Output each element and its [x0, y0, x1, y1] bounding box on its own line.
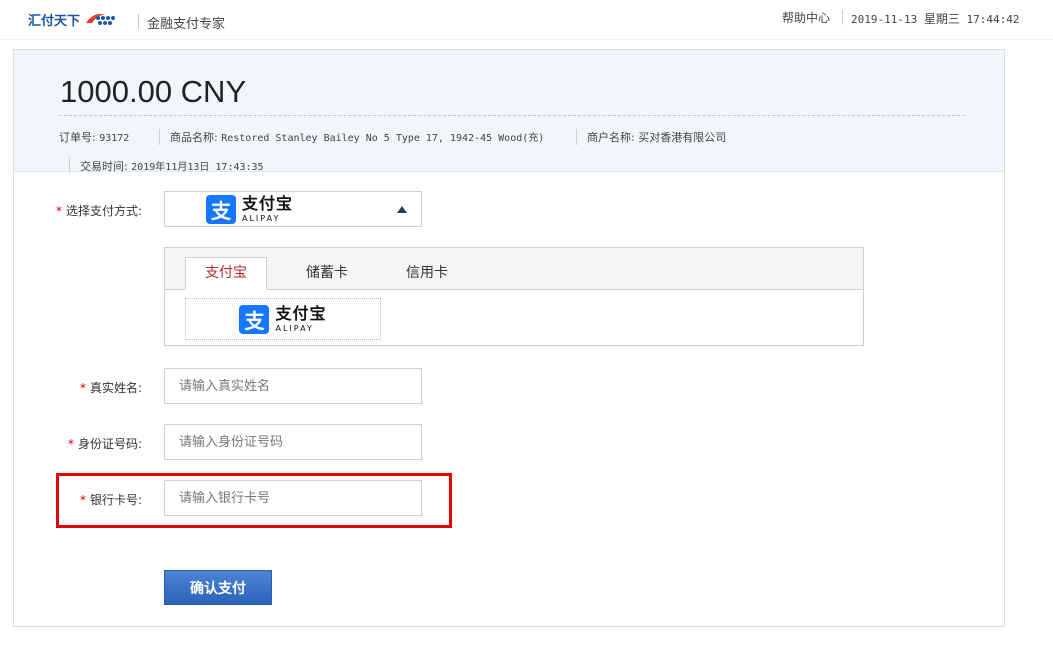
- product-name-value: Restored Stanley Bailey No 5 Type 17, 19…: [221, 133, 545, 144]
- help-center-link[interactable]: 帮助中心: [782, 9, 830, 26]
- real-name-label: * 真实姓名:: [79, 381, 142, 395]
- real-name-input[interactable]: [164, 368, 422, 404]
- order-number-value: 93172: [99, 133, 130, 144]
- slogan: 金融支付专家: [147, 17, 226, 32]
- logo-mark-icon: [86, 14, 116, 25]
- payment-method-select[interactable]: 支 支付宝 ALIPAY: [164, 191, 422, 227]
- bank-card-label: * 银行卡号:: [79, 493, 142, 507]
- order-summary: 1000.00 CNY 订单号: 93172 商品名称: Restored St…: [14, 50, 1004, 174]
- merchant-name-label: 商户名称:: [587, 131, 635, 144]
- meta-divider: [69, 157, 70, 173]
- merchant-name-value: 买对香港有限公司: [638, 131, 727, 144]
- current-datetime: 2019-11-13 星期三 17:44:42: [851, 10, 1019, 27]
- required-mark: *: [67, 437, 74, 451]
- transaction-time: 交易时间: 2019年11月13日 17:43:35: [80, 158, 264, 174]
- alipay-en-text: ALIPAY: [242, 214, 281, 223]
- order-amount: 1000.00 CNY: [60, 74, 247, 109]
- transaction-time-label: 交易时间:: [80, 160, 128, 173]
- alipay-cn-text: 支付宝: [275, 303, 327, 323]
- current-date: 2019-11-13: [851, 13, 918, 26]
- top-header: 汇付天下 金融支付专家 帮助中心 2019-11-13 星期三 17:44:42: [0, 0, 1053, 40]
- required-mark: *: [55, 204, 62, 218]
- current-time: 17:44:42: [966, 13, 1020, 26]
- order-number: 订单号: 93172: [59, 129, 129, 145]
- payment-tabs-bar: 支付宝 储蓄卡 信用卡: [165, 248, 863, 290]
- product-name-label: 商品名称:: [170, 131, 218, 144]
- id-number-input[interactable]: [164, 424, 422, 460]
- current-weekday: 星期三: [923, 12, 960, 26]
- tab-credit-card[interactable]: 信用卡: [387, 258, 467, 289]
- alipay-logo: 支 支付宝 ALIPAY: [206, 195, 293, 224]
- payment-container: 1000.00 CNY 订单号: 93172 商品名称: Restored St…: [13, 49, 1005, 627]
- required-mark: *: [79, 493, 86, 507]
- payment-tabs-panel: 支付宝 储蓄卡 信用卡 支 支付宝 ALIPAY: [164, 247, 864, 346]
- alipay-logo: 支 支付宝 ALIPAY: [239, 303, 327, 334]
- summary-divider: [59, 115, 965, 116]
- alipay-en-text: ALIPAY: [275, 323, 314, 333]
- logo[interactable]: 汇付天下: [28, 7, 118, 31]
- tab-debit-card[interactable]: 储蓄卡: [287, 258, 367, 289]
- confirm-payment-button[interactable]: 确认支付: [164, 570, 272, 605]
- required-mark: *: [79, 381, 86, 395]
- caret-up-icon[interactable]: [397, 206, 407, 213]
- header-divider: [842, 10, 843, 25]
- payment-method-label: * 选择支付方式:: [55, 204, 142, 218]
- alipay-cn-text: 支付宝: [242, 194, 294, 213]
- header-divider: [138, 14, 139, 29]
- meta-divider: [159, 129, 160, 145]
- alipay-icon: 支: [206, 195, 236, 224]
- order-number-label: 订单号:: [59, 131, 96, 144]
- tab-alipay[interactable]: 支付宝: [185, 257, 267, 290]
- alipay-icon: 支: [239, 304, 270, 334]
- transaction-time-value: 2019年11月13日 17:43:35: [131, 162, 264, 173]
- alipay-option[interactable]: 支 支付宝 ALIPAY: [185, 298, 381, 340]
- bank-card-input[interactable]: [164, 480, 422, 516]
- product-name: 商品名称: Restored Stanley Bailey No 5 Type …: [170, 129, 544, 145]
- logo-text: 汇付天下: [28, 13, 81, 29]
- meta-divider: [576, 129, 577, 145]
- merchant-name: 商户名称: 买对香港有限公司: [587, 129, 726, 145]
- id-number-label: * 身份证号码:: [67, 437, 142, 451]
